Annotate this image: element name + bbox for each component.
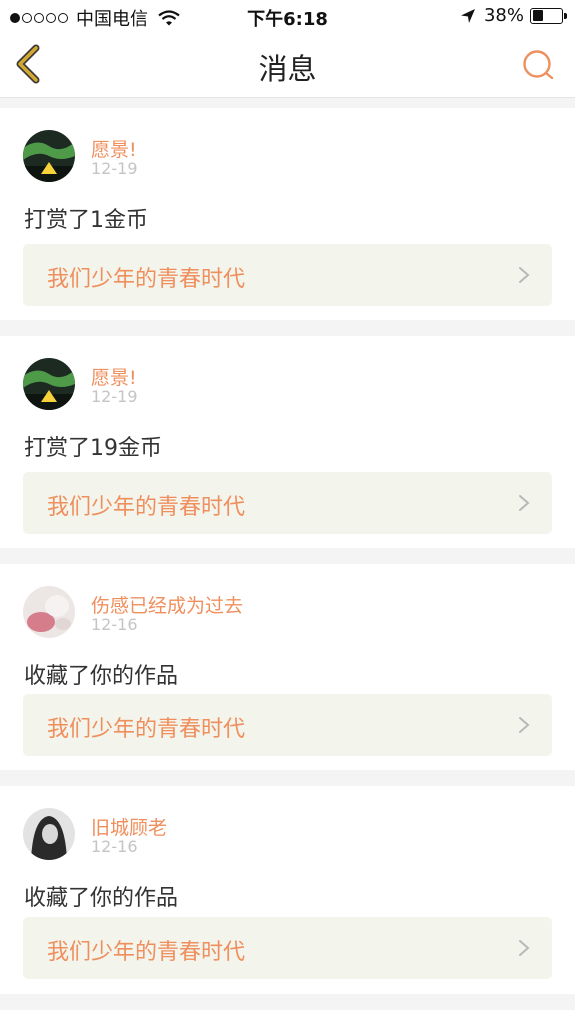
chevron-right-icon [519,495,530,511]
username[interactable]: 愿景! [91,135,137,162]
battery-percent: 38% [483,5,524,26]
battery-cap [564,12,567,19]
message-card: 愿景! 12-19 打赏了1金币 我们少年的青春时代 [0,108,575,320]
work-title: 我们少年的青春时代 [47,495,246,520]
work-link[interactable]: 我们少年的青春时代 [23,244,552,306]
work-link[interactable]: 我们少年的青春时代 [23,694,552,756]
message-action: 收藏了你的作品 [24,664,179,689]
battery-fill [532,10,544,21]
username[interactable]: 愿景! [91,363,137,390]
work-link[interactable]: 我们少年的青春时代 [23,917,552,979]
work-title: 我们少年的青春时代 [47,267,246,292]
status-right: 38% [460,5,567,26]
avatar[interactable] [23,358,75,410]
chevron-right-icon [519,940,530,956]
message-action: 打赏了1金币 [24,208,148,233]
search-icon [523,50,554,80]
page-title: 消息 [258,52,317,86]
chevron-right-icon [519,267,530,283]
battery-icon [530,7,567,24]
message-date: 12-16 [91,837,138,856]
work-link[interactable]: 我们少年的青春时代 [23,472,552,534]
message-card: 伤感已经成为过去 12-16 收藏了你的作品 我们少年的青春时代 [0,564,575,770]
aurora-tent-avatar-image [23,358,75,410]
message-date: 12-16 [91,615,138,634]
pink-cup-avatar-image [23,586,75,638]
message-card-partial [0,1010,575,1024]
username[interactable]: 伤感已经成为过去 [91,591,243,618]
aurora-tent-avatar-image [23,130,75,182]
avatar[interactable] [23,130,75,182]
avatar[interactable] [23,586,75,638]
work-title: 我们少年的青春时代 [47,717,246,742]
message-action: 打赏了19金币 [24,436,162,461]
message-date: 12-19 [91,387,138,406]
work-title: 我们少年的青春时代 [47,940,246,965]
message-date: 12-19 [91,159,138,178]
chevron-right-icon [519,717,530,733]
search-button[interactable] [521,48,555,82]
grey-portrait-avatar-image [23,808,75,860]
location-arrow-icon [460,8,475,23]
message-card: 愿景! 12-19 打赏了19金币 我们少年的青春时代 [0,336,575,548]
nav-bar: 消息 [0,32,575,98]
status-bar: 中国电信 下午6:18 38% [0,0,575,32]
message-action: 收藏了你的作品 [24,886,179,911]
username[interactable]: 旧城顾老 [91,813,167,840]
avatar[interactable] [23,808,75,860]
message-card: 旧城顾老 12-16 收藏了你的作品 我们少年的青春时代 [0,786,575,994]
